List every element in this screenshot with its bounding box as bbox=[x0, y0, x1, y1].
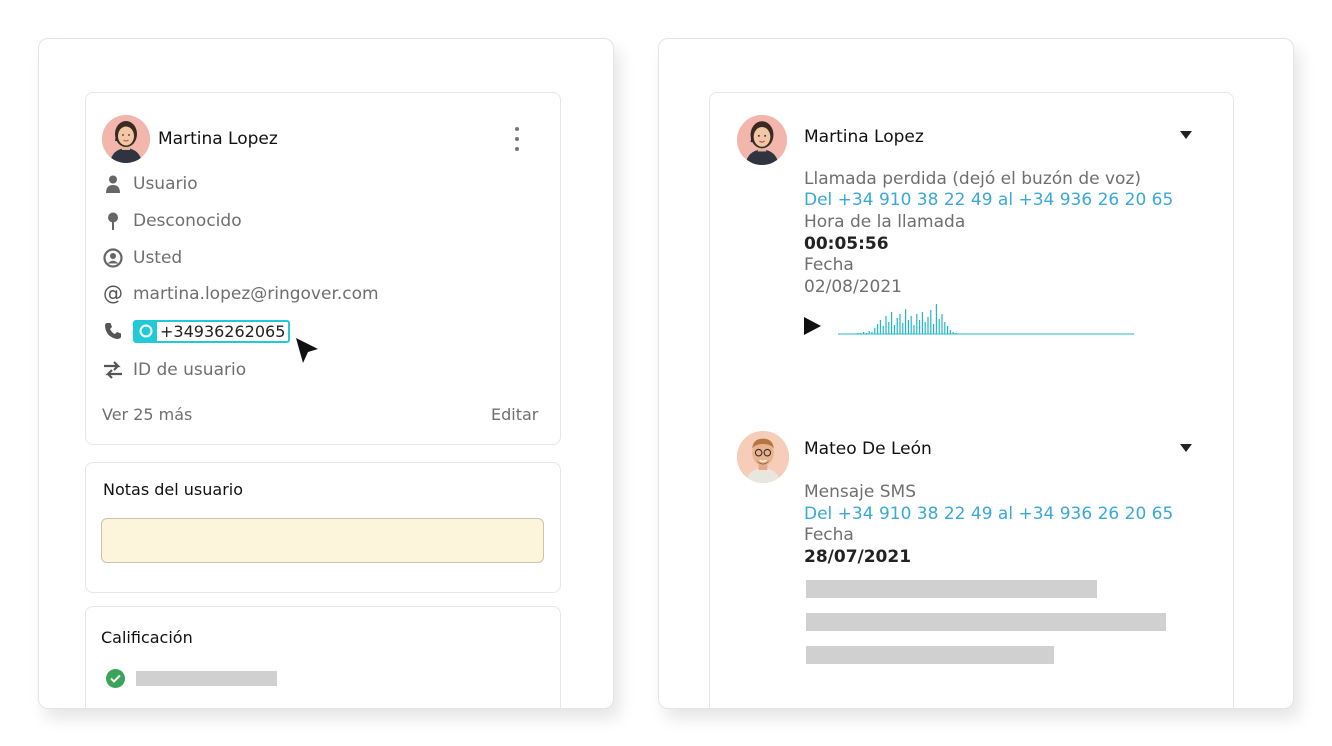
at-icon: @ bbox=[102, 283, 124, 305]
email-link[interactable]: martina.lopez@ringover.com bbox=[133, 284, 379, 304]
rating-card: Calificación bbox=[85, 606, 561, 708]
woman-avatar-icon bbox=[102, 115, 150, 163]
contact-name: Martina Lopez bbox=[158, 129, 278, 149]
entry-type: Mensaje SMS bbox=[804, 482, 917, 502]
caret-down-icon[interactable] bbox=[1180, 131, 1192, 139]
person-icon bbox=[102, 173, 124, 195]
cursor-icon bbox=[296, 338, 318, 363]
entry-time-label: Hora de la llamada bbox=[804, 212, 966, 232]
activity-panel: Martina Lopez Llamada perdida (dejó el b… bbox=[658, 38, 1294, 709]
entry-avatar-martina[interactable] bbox=[737, 115, 787, 165]
contact-card: Martina Lopez Usuario Desconocido Usted … bbox=[85, 92, 561, 445]
svg-text:@: @ bbox=[103, 283, 123, 305]
notes-title: Notas del usuario bbox=[103, 480, 244, 499]
sms-placeholder-line bbox=[806, 613, 1166, 631]
info-row-phone: +34936262065 bbox=[102, 319, 291, 343]
info-row-role: Usuario bbox=[102, 172, 198, 196]
entry-time-value: 00:05:56 bbox=[804, 234, 889, 254]
ringover-icon bbox=[135, 321, 157, 341]
caret-down-icon[interactable] bbox=[1180, 444, 1192, 452]
phone-number[interactable]: +34936262065 bbox=[160, 322, 285, 341]
edit-link[interactable]: Editar bbox=[491, 405, 538, 424]
phone-chip[interactable]: +34936262065 bbox=[133, 319, 291, 343]
voicemail-waveform[interactable] bbox=[838, 301, 1136, 337]
contact-panel: Martina Lopez Usuario Desconocido Usted … bbox=[38, 38, 614, 709]
rating-title: Calificación bbox=[101, 628, 193, 647]
notes-card: Notas del usuario bbox=[85, 462, 561, 593]
man-avatar-icon bbox=[737, 431, 789, 483]
location-pin-icon bbox=[102, 210, 124, 232]
more-vertical-icon[interactable] bbox=[505, 124, 529, 154]
owner-icon bbox=[102, 247, 124, 269]
info-row-user-id: ID de usuario bbox=[102, 358, 246, 382]
entry-route[interactable]: Del +34 910 38 22 49 al +34 936 26 20 65 bbox=[804, 190, 1173, 211]
play-icon[interactable] bbox=[804, 317, 821, 335]
info-row-email: @ martina.lopez@ringover.com bbox=[102, 282, 379, 306]
info-row-location: Desconocido bbox=[102, 209, 242, 233]
entry-type: Llamada perdida (dejó el buzón de voz) bbox=[804, 169, 1142, 189]
sms-placeholder-line bbox=[806, 646, 1054, 664]
owner-text: Usted bbox=[133, 248, 183, 268]
entry-avatar-mateo[interactable] bbox=[737, 431, 789, 483]
entry-date-value: 28/07/2021 bbox=[804, 547, 912, 567]
transfer-icon bbox=[102, 359, 124, 381]
role-text: Usuario bbox=[133, 174, 198, 194]
entry-name: Martina Lopez bbox=[804, 127, 924, 147]
phone-icon bbox=[102, 320, 124, 342]
activity-card: Martina Lopez Llamada perdida (dejó el b… bbox=[709, 92, 1234, 708]
contact-avatar[interactable] bbox=[102, 115, 150, 163]
entry-date-value: 02/08/2021 bbox=[804, 277, 902, 297]
entry-name: Mateo De León bbox=[804, 439, 932, 459]
entry-date-label: Fecha bbox=[804, 255, 854, 275]
entry-route[interactable]: Del +34 910 38 22 49 al +34 936 26 20 65 bbox=[804, 504, 1173, 525]
woman-avatar-icon bbox=[737, 115, 787, 165]
sms-placeholder-line bbox=[806, 580, 1097, 598]
entry-date-label: Fecha bbox=[804, 525, 854, 545]
rating-placeholder-bar bbox=[136, 671, 277, 686]
info-row-owner: Usted bbox=[102, 246, 182, 270]
notes-input[interactable] bbox=[101, 518, 544, 563]
user-id-text: ID de usuario bbox=[133, 360, 247, 380]
check-circle-icon bbox=[106, 669, 125, 688]
location-text: Desconocido bbox=[133, 211, 242, 231]
see-more-link[interactable]: Ver 25 más bbox=[102, 405, 192, 424]
